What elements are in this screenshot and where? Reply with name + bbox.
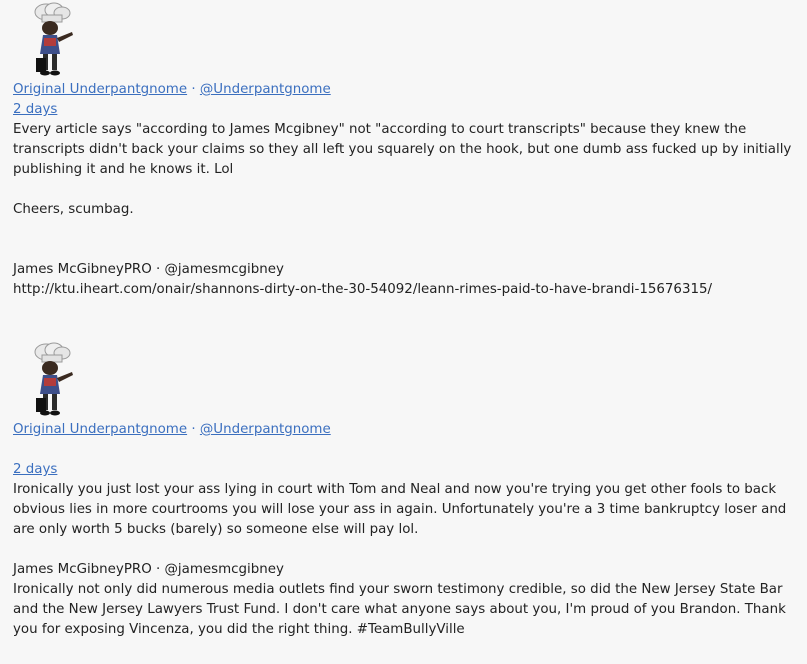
author-line: Original Underpantgnome · @Underpantgnom… <box>13 80 793 100</box>
author-name-link[interactable]: Original Underpantgnome <box>13 422 187 437</box>
quoted-author: James McGibneyPRO · @jamesmcgibney <box>13 262 284 277</box>
separator: · <box>191 82 196 97</box>
timestamp-link[interactable]: 2 days <box>13 462 57 477</box>
author-name-link[interactable]: Original Underpantgnome <box>13 82 187 97</box>
quoted-text: Ironically not only did numerous media o… <box>13 582 786 637</box>
post-body: Every article says "according to James M… <box>13 122 792 177</box>
gnome-chef-avatar-icon[interactable] <box>24 2 86 80</box>
author-handle-link[interactable]: @Underpantgnome <box>200 82 331 97</box>
author-handle-link[interactable]: @Underpantgnome <box>200 422 331 437</box>
quoted-author: James McGibneyPRO · @jamesmcgibney <box>13 562 284 577</box>
separator: · <box>191 422 196 437</box>
timestamp-link[interactable]: 2 days <box>13 102 57 117</box>
post-body: Ironically you just lost your ass lying … <box>13 482 787 537</box>
post: Original Underpantgnome · @Underpantgnom… <box>13 342 793 640</box>
post: Original Underpantgnome · @Underpantgnom… <box>13 2 793 300</box>
author-line: Original Underpantgnome · @Underpantgnom… <box>13 420 793 440</box>
quoted-url-text: http://ktu.iheart.com/onair/shannons-dir… <box>13 282 713 297</box>
post-signoff: Cheers, scumbag. <box>13 202 134 217</box>
gnome-chef-avatar-icon[interactable] <box>24 342 86 420</box>
